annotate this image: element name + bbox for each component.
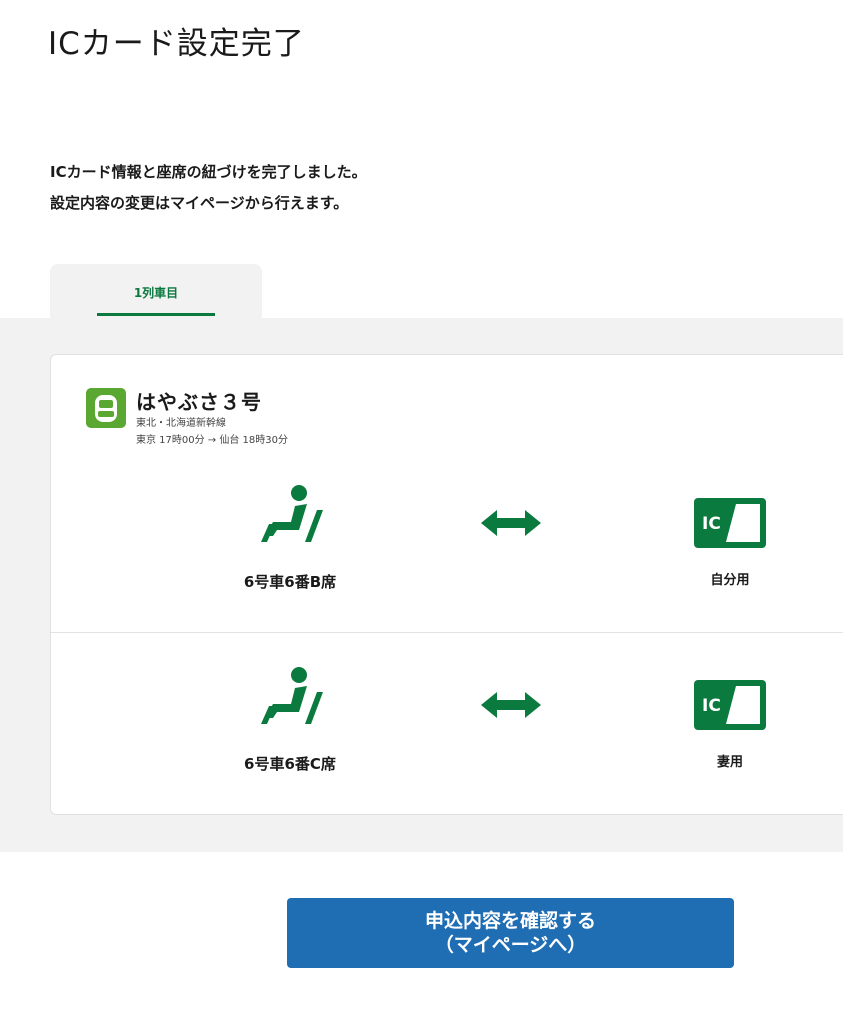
ic-owner-label: 妻用 [716, 755, 743, 770]
train-line: 東北・北海道新幹線 [136, 418, 226, 429]
train-icon [86, 388, 126, 428]
bidirectional-arrow-icon [481, 510, 541, 536]
completion-message-line1: ICカード情報と座席の紐づけを完了しました。 [50, 163, 367, 181]
tab-active-indicator [97, 313, 215, 316]
page-title: ICカード設定完了 [48, 26, 305, 62]
tab-train-1[interactable]: 1列車目 [50, 264, 262, 318]
tab-label: 1列車目 [133, 286, 179, 300]
confirm-button-label-line1: 申込内容を確認する [424, 910, 596, 932]
bidirectional-arrow-icon [481, 692, 541, 718]
confirm-application-button[interactable]: 申込内容を確認する （マイページへ） [287, 898, 734, 968]
confirm-button-label-line2: （マイページへ） [434, 934, 587, 956]
ic-card-icon: IC [694, 498, 766, 548]
completion-message: ICカード情報と座席の紐づけを完了しました。 設定内容の変更はマイページから行え… [50, 157, 367, 219]
ic-card-text: IC [702, 514, 721, 534]
seat-label: 6号車6番B席 [243, 573, 337, 591]
ic-owner-label: 自分用 [710, 573, 750, 588]
ic-card-icon: IC [694, 680, 766, 730]
train-schedule: 東京 17時00分 → 仙台 18時30分 [136, 435, 288, 446]
seat-label: 6号車6番C席 [244, 755, 336, 773]
train-name: はやぶさ３号 [136, 390, 262, 414]
row-divider [51, 632, 843, 633]
completion-message-line2: 設定内容の変更はマイページから行えます。 [50, 194, 349, 212]
seat-icon [261, 485, 323, 542]
seat-icon [261, 667, 323, 724]
ic-card-text: IC [702, 696, 721, 716]
